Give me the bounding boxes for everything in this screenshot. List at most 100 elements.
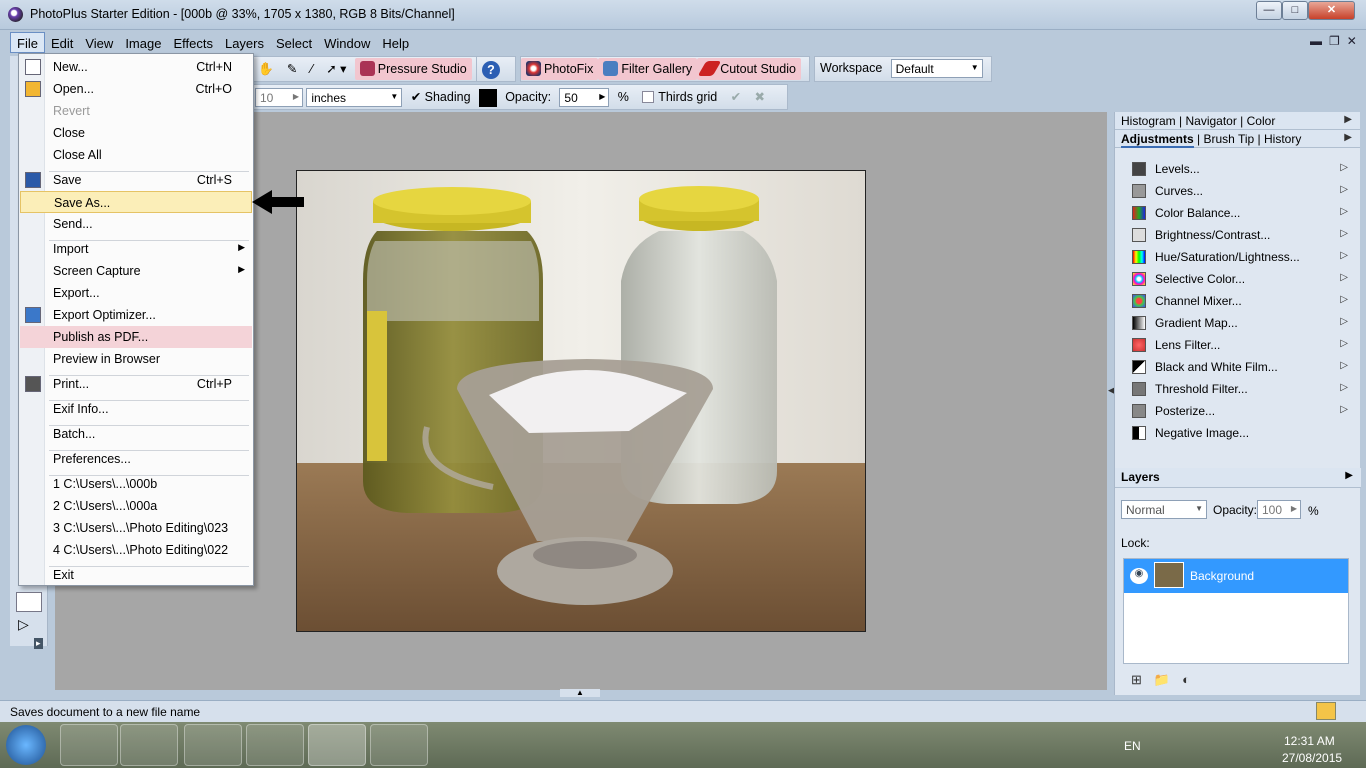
start-button[interactable]: [6, 725, 46, 765]
maximize-button[interactable]: □: [1282, 1, 1308, 20]
file-menu-item-recent-4[interactable]: 4 C:\Users\...\Photo Editing\022: [20, 539, 252, 561]
adjustment-brightness-contrast[interactable]: Brightness/Contrast... ▷: [1115, 224, 1360, 246]
pencil-icon[interactable]: ✎: [282, 58, 302, 80]
tab-histogram[interactable]: Histogram: [1121, 114, 1176, 128]
adjustment-color-balance[interactable]: Color Balance... ▷: [1115, 202, 1360, 224]
document-image[interactable]: [296, 170, 866, 632]
expand-icon[interactable]: ▷: [1340, 360, 1348, 371]
file-menu-item-export-optimizer[interactable]: Export Optimizer...: [20, 304, 252, 326]
panel-menu-icon[interactable]: ▶: [1344, 114, 1352, 125]
file-menu-item-save[interactable]: Save Ctrl+S: [20, 169, 252, 191]
expand-icon[interactable]: ▷: [1340, 206, 1348, 217]
explorer-taskbar-icon[interactable]: [60, 724, 118, 766]
tab-brush-tip[interactable]: Brush Tip: [1203, 132, 1254, 146]
ie-taskbar-icon[interactable]: [246, 724, 304, 766]
menu-file[interactable]: File: [10, 32, 45, 53]
file-menu-item-exit[interactable]: Exit: [20, 564, 252, 586]
eye-icon[interactable]: ◉: [1130, 568, 1148, 584]
file-menu-item-revert[interactable]: Revert: [20, 100, 252, 122]
close-button[interactable]: ✕: [1308, 1, 1355, 20]
file-menu-item-recent-1[interactable]: 1 C:\Users\...\000b: [20, 473, 252, 495]
panel-menu-icon[interactable]: ▶: [1344, 132, 1352, 143]
file-menu-item-send[interactable]: Send...: [20, 213, 252, 235]
menu-help[interactable]: Help: [376, 33, 415, 54]
layer-opacity-input[interactable]: 100 ▶: [1257, 500, 1301, 519]
menu-image[interactable]: Image: [119, 33, 167, 54]
paint-taskbar-icon[interactable]: [370, 724, 428, 766]
adjustment-levels[interactable]: Levels... ▷: [1115, 158, 1360, 180]
shading-checkbox[interactable]: ✔ Shading: [406, 86, 476, 108]
menu-view[interactable]: View: [79, 33, 119, 54]
file-menu-item-open[interactable]: Open... Ctrl+O: [20, 78, 252, 100]
expand-tools-icon[interactable]: ▸: [34, 638, 43, 649]
expand-icon[interactable]: ▷: [1340, 316, 1348, 327]
tab-navigator[interactable]: Navigator: [1185, 114, 1236, 128]
opacity-input[interactable]: 50 ▶: [559, 88, 610, 108]
adjustment-black-white-film[interactable]: Black and White Film... ▷: [1115, 356, 1360, 378]
menu-select[interactable]: Select: [270, 33, 318, 54]
file-menu-item-save-as[interactable]: Save As...: [20, 191, 252, 213]
expand-icon[interactable]: ▷: [1340, 272, 1348, 283]
collapse-bottom-icon[interactable]: ▲: [560, 689, 600, 697]
layer-actions[interactable]: ⊞📁◐: [1131, 672, 1202, 688]
file-menu-item-screen-capture[interactable]: Screen Capture ▶: [20, 260, 252, 282]
adjustment-lens-filter[interactable]: Lens Filter... ▷: [1115, 334, 1360, 356]
tab-adjustments[interactable]: Adjustments: [1121, 132, 1194, 148]
layer-row-background[interactable]: ◉ Background: [1124, 559, 1348, 593]
expand-icon[interactable]: ▷: [1340, 184, 1348, 195]
adjustment-posterize[interactable]: Posterize... ▷: [1115, 400, 1360, 422]
adjustment-gradient-map[interactable]: Gradient Map... ▷: [1115, 312, 1360, 334]
units-select[interactable]: inches ▼: [306, 88, 403, 108]
file-menu-item-close[interactable]: Close: [20, 122, 252, 144]
adjustment-negative-image[interactable]: Negative Image...: [1115, 422, 1360, 444]
select-arrow-icon[interactable]: ▷: [18, 616, 29, 633]
expand-icon[interactable]: ▷: [1340, 338, 1348, 349]
menu-window[interactable]: Window: [318, 33, 376, 54]
commit-icon[interactable]: ✔: [726, 86, 746, 108]
hand-icon[interactable]: ✋: [253, 59, 279, 81]
file-menu-item-publish-pdf[interactable]: Publish as PDF...: [20, 326, 252, 348]
adjustment-curves[interactable]: Curves... ▷: [1115, 180, 1360, 202]
chrome-taskbar-icon[interactable]: [184, 724, 242, 766]
file-menu-item-new[interactable]: New... Ctrl+N: [20, 56, 252, 78]
adjustment-channel-mixer[interactable]: Channel Mixer... ▷: [1115, 290, 1360, 312]
minimize-button[interactable]: —: [1256, 1, 1282, 20]
media-player-taskbar-icon[interactable]: [120, 724, 178, 766]
expand-icon[interactable]: ▷: [1340, 382, 1348, 393]
expand-icon[interactable]: ▷: [1340, 162, 1348, 173]
document-window-controls[interactable]: ▬❐✕: [1310, 34, 1364, 48]
pointer-icon[interactable]: ➚ ▾: [321, 58, 351, 80]
menu-edit[interactable]: Edit: [45, 33, 79, 54]
filter-gallery-button[interactable]: Filter Gallery: [598, 58, 698, 80]
file-menu-item-export[interactable]: Export...: [20, 282, 252, 304]
help-icon[interactable]: ?: [477, 58, 505, 80]
menu-layers[interactable]: Layers: [219, 33, 270, 54]
tab-color[interactable]: Color: [1247, 114, 1276, 128]
shading-color-swatch[interactable]: [478, 88, 497, 107]
expand-icon[interactable]: ▷: [1340, 250, 1348, 261]
expand-icon[interactable]: ▷: [1340, 404, 1348, 415]
expand-icon[interactable]: ▷: [1340, 228, 1348, 239]
pressure-studio-button[interactable]: Pressure Studio: [354, 58, 472, 80]
file-menu-item-import[interactable]: Import ▶: [20, 238, 252, 260]
file-menu-item-preferences[interactable]: Preferences...: [20, 448, 252, 470]
adjustment-threshold-filter[interactable]: Threshold Filter... ▷: [1115, 378, 1360, 400]
cutout-studio-button[interactable]: Cutout Studio: [697, 58, 801, 80]
panel-menu-icon[interactable]: ▶: [1345, 470, 1353, 481]
language-indicator[interactable]: EN: [1124, 739, 1141, 753]
file-menu-item-close-all[interactable]: Close All: [20, 144, 252, 166]
photoplus-taskbar-icon[interactable]: [308, 724, 366, 766]
resize-icon[interactable]: [1316, 702, 1336, 720]
file-menu-item-batch[interactable]: Batch...: [20, 423, 252, 445]
file-menu-item-print[interactable]: Print... Ctrl+P: [20, 373, 252, 395]
menu-effects[interactable]: Effects: [167, 33, 219, 54]
tab-history[interactable]: History: [1264, 132, 1301, 146]
file-menu-item-exif-info[interactable]: Exif Info...: [20, 398, 252, 420]
size-input[interactable]: 10 ▶: [255, 88, 303, 108]
photofix-button[interactable]: PhotoFix: [521, 58, 599, 80]
file-menu-item-recent-3[interactable]: 3 C:\Users\...\Photo Editing\023: [20, 517, 252, 539]
shape-tool-icon[interactable]: [16, 592, 42, 612]
workspace-select[interactable]: Default ▼: [890, 59, 983, 79]
file-menu-item-recent-2[interactable]: 2 C:\Users\...\000a: [20, 495, 252, 517]
adjustment-selective-color[interactable]: Selective Color... ▷: [1115, 268, 1360, 290]
